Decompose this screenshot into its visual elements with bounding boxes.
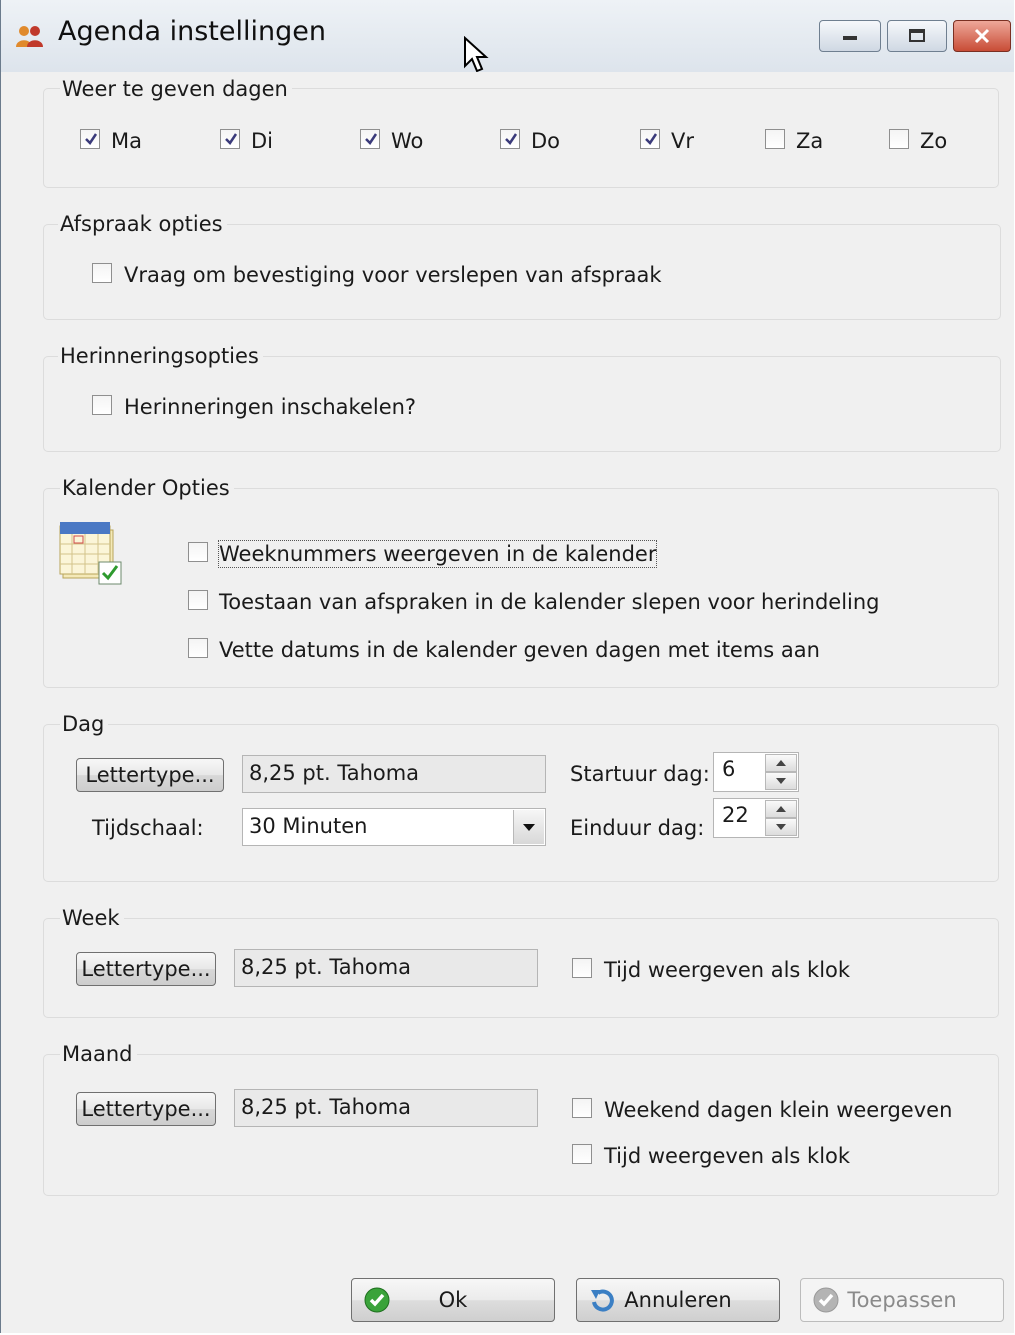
day-group-title: Dag <box>60 711 109 737</box>
end-hour-label: Einduur dag: <box>570 816 705 840</box>
calendar-check-icon <box>59 522 122 585</box>
timescale-value: 30 Minuten <box>249 814 368 838</box>
apply-label: Toepassen <box>847 1288 957 1312</box>
agenda-settings-dialog: Agenda instellingen Weer te geven dagen … <box>0 0 1014 1333</box>
start-hour-value: 6 <box>722 757 736 781</box>
calendar-option-checkbox[interactable] <box>188 638 208 658</box>
checkmark-icon <box>365 133 378 145</box>
month-clock-label: Tijd weergeven als klok <box>604 1144 851 1168</box>
maximize-button[interactable] <box>887 20 947 52</box>
checkmark-icon <box>645 133 658 145</box>
start-hour-label: Startuur dag: <box>570 762 710 786</box>
end-hour-down-icon[interactable] <box>765 818 797 836</box>
day-group <box>43 724 999 882</box>
cancel-button[interactable]: Annuleren <box>576 1278 780 1322</box>
start-hour-down-icon[interactable] <box>765 772 797 790</box>
day-font-button[interactable]: Lettertype... <box>76 758 224 792</box>
month-font-button[interactable]: Lettertype... <box>76 1092 216 1126</box>
mouse-cursor-icon <box>464 36 489 73</box>
week-font-field: 8,25 pt. Tahoma <box>234 949 538 987</box>
calendar-option-checkbox[interactable] <box>188 542 208 562</box>
close-icon <box>954 21 1010 51</box>
chevron-down-icon[interactable] <box>513 810 544 844</box>
end-hour-stepper[interactable]: 22 <box>713 798 799 838</box>
reminder-group-title: Herinneringsopties <box>58 343 263 369</box>
day-label-zo: Zo <box>920 129 948 153</box>
users-icon <box>16 26 43 47</box>
end-hour-value: 22 <box>722 803 749 827</box>
start-hour-stepper[interactable]: 6 <box>713 752 799 792</box>
day-font-field: 8,25 pt. Tahoma <box>242 755 546 793</box>
close-button[interactable] <box>953 20 1011 52</box>
ok-button[interactable]: Ok <box>351 1278 555 1322</box>
weekend-small-checkbox[interactable] <box>572 1098 592 1118</box>
week-font-button[interactable]: Lettertype... <box>76 952 216 986</box>
days-group <box>43 88 999 188</box>
day-label-vr: Vr <box>671 129 694 153</box>
day-checkbox-do[interactable] <box>500 129 520 149</box>
appointment-group-title: Afspraak opties <box>58 211 227 237</box>
checkmark-icon <box>225 133 238 145</box>
calendar-option-label: Toestaan van afspraken in de kalender sl… <box>219 590 880 614</box>
checkmark-icon <box>505 133 518 145</box>
day-checkbox-za[interactable] <box>765 129 785 149</box>
week-clock-label: Tijd weergeven als klok <box>604 958 851 982</box>
day-label-za: Za <box>796 129 824 153</box>
minimize-button[interactable] <box>819 20 881 52</box>
month-font-field: 8,25 pt. Tahoma <box>234 1089 538 1127</box>
end-hour-up-icon[interactable] <box>765 800 797 818</box>
minimize-icon <box>820 21 880 51</box>
confirm-drag-checkbox[interactable] <box>92 263 112 283</box>
timescale-label: Tijdschaal: <box>92 816 204 840</box>
week-clock-checkbox[interactable] <box>572 958 592 978</box>
window-title: Agenda instellingen <box>58 16 326 47</box>
day-checkbox-ma[interactable] <box>80 129 100 149</box>
month-group-title: Maand <box>60 1041 137 1067</box>
month-clock-checkbox[interactable] <box>572 1144 592 1164</box>
day-checkbox-zo[interactable] <box>889 129 909 149</box>
timescale-select[interactable]: 30 Minuten <box>242 808 546 846</box>
day-checkbox-wo[interactable] <box>360 129 380 149</box>
start-hour-up-icon[interactable] <box>765 754 797 772</box>
day-checkbox-di[interactable] <box>220 129 240 149</box>
enable-reminders-checkbox[interactable] <box>92 395 112 415</box>
day-label-ma: Ma <box>111 129 142 153</box>
week-group-title: Week <box>60 905 124 931</box>
calendar-option-label: Weeknummers weergeven in de kalender <box>217 540 658 568</box>
confirm-drag-label: Vraag om bevestiging voor verslepen van … <box>124 263 662 287</box>
day-label-do: Do <box>531 129 561 153</box>
dialog-body: Weer te geven dagen Afspraak opties Vraa… <box>1 72 1014 1333</box>
calendar-option-label: Vette datums in de kalender geven dagen … <box>219 638 820 662</box>
day-label-di: Di <box>251 129 274 153</box>
weekend-small-label: Weekend dagen klein weergeven <box>604 1098 953 1122</box>
cancel-label: Annuleren <box>624 1288 732 1312</box>
calendar-option-checkbox[interactable] <box>188 590 208 610</box>
day-checkbox-vr[interactable] <box>640 129 660 149</box>
apply-button[interactable]: Toepassen <box>800 1278 1004 1322</box>
maximize-icon <box>888 21 946 51</box>
days-group-title: Weer te geven dagen <box>60 76 292 102</box>
title-bar[interactable]: Agenda instellingen <box>1 0 1014 73</box>
enable-reminders-label: Herinneringen inschakelen? <box>124 395 417 419</box>
calendar-options-title: Kalender Opties <box>60 475 234 501</box>
day-label-wo: Wo <box>391 129 424 153</box>
checkmark-icon <box>85 133 98 145</box>
ok-label: Ok <box>438 1288 468 1312</box>
